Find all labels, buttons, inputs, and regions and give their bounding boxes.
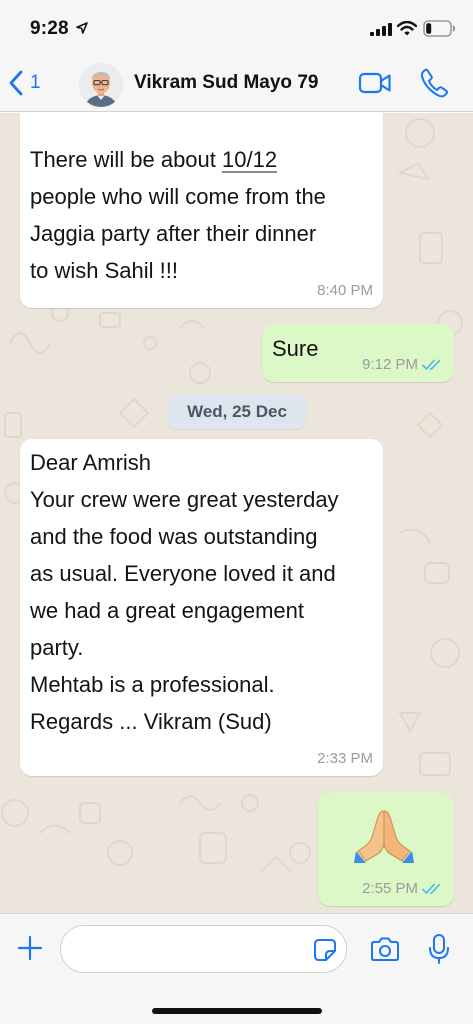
back-button[interactable]: 1: [8, 68, 41, 98]
message-time: 9:12 PM: [362, 356, 418, 373]
video-call-icon[interactable]: [358, 70, 392, 96]
battery-icon: [423, 20, 456, 37]
message-meta: 2:55 PM: [362, 880, 444, 898]
chat-header: 1 Vikram Sud Mayo 79: [0, 56, 473, 112]
phone-icon[interactable]: [420, 68, 448, 98]
message-meta: 8:40 PM: [317, 282, 373, 300]
unread-count: 1: [30, 72, 41, 93]
folded-hands-icon: [354, 810, 414, 863]
home-indicator[interactable]: [152, 1008, 322, 1014]
date-separator: Wed, 25 Dec: [168, 395, 306, 429]
signal-icon: [370, 23, 392, 36]
message-text: Dear Amrish Your crew were great yesterd…: [30, 450, 339, 734]
plus-icon[interactable]: [16, 934, 44, 962]
location-arrow-icon: [76, 22, 88, 34]
wifi-icon: [397, 21, 417, 36]
message-text: There will be about 10/12 people who wil…: [30, 147, 326, 283]
back-chevron-icon: [9, 70, 23, 96]
message-bubble-outgoing[interactable]: Sure 9:12 PM: [262, 324, 454, 382]
chat-area[interactable]: There will be about 10/12 people who wil…: [0, 113, 473, 913]
camera-icon[interactable]: [370, 936, 400, 962]
contact-name[interactable]: Vikram Sud Mayo 79: [134, 72, 318, 94]
message-bubble-incoming[interactable]: There will be about 10/12 people who wil…: [20, 113, 383, 308]
message-meta: 2:33 PM: [317, 750, 373, 768]
read-ticks-icon: [422, 883, 441, 894]
contact-avatar[interactable]: [79, 63, 123, 107]
message-time: 8:40 PM: [317, 282, 373, 299]
message-time: 2:33 PM: [317, 750, 373, 767]
sticker-icon[interactable]: [313, 938, 337, 962]
status-time: 9:28: [30, 18, 69, 39]
message-underlined-text[interactable]: 10/12: [222, 147, 277, 172]
microphone-icon[interactable]: [428, 933, 450, 965]
message-composer: [0, 913, 473, 1024]
avatar-image: [79, 63, 123, 107]
status-bar: 9:28: [0, 0, 473, 56]
message-input[interactable]: [60, 925, 347, 973]
message-meta: 9:12 PM: [362, 356, 444, 374]
message-time: 2:55 PM: [362, 880, 418, 897]
read-ticks-icon: [422, 359, 441, 370]
message-bubble-incoming[interactable]: Dear Amrish Your crew were great yesterd…: [20, 439, 383, 776]
message-bubble-outgoing[interactable]: 2:55 PM: [318, 793, 454, 906]
